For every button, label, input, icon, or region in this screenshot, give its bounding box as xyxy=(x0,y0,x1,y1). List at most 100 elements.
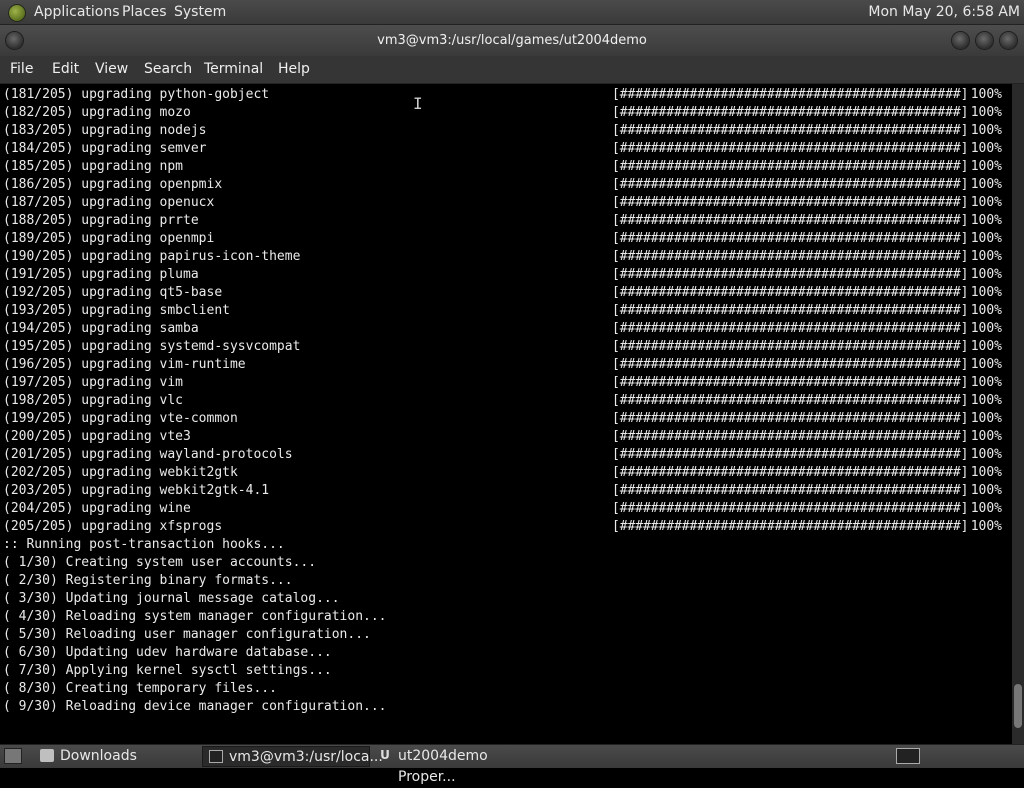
progress-percent: 100% xyxy=(970,267,1002,282)
window-titlebar[interactable]: vm3@vm3:/usr/local/games/ut2004demo xyxy=(0,25,1024,56)
progress-bar-text: [#######################################… xyxy=(612,195,969,210)
menu-search[interactable]: Search xyxy=(144,56,192,83)
scrollbar-thumb[interactable] xyxy=(1014,684,1022,728)
progress-percent: 100% xyxy=(970,465,1002,480)
upgrade-line: (187/205) upgrading openucx xyxy=(3,195,215,210)
menu-view[interactable]: View xyxy=(95,56,128,83)
menu-file[interactable]: File xyxy=(10,56,33,83)
applications-menu[interactable]: Applications xyxy=(34,0,120,25)
progress-percent: 100% xyxy=(970,141,1002,156)
progress-percent: 100% xyxy=(970,213,1002,228)
progress-bar-text: [#######################################… xyxy=(612,465,969,480)
task-label: ut2004demo Proper... xyxy=(398,748,488,785)
progress-bar-text: [#######################################… xyxy=(612,375,969,390)
progress-percent: 100% xyxy=(970,249,1002,264)
progress-percent: 100% xyxy=(970,357,1002,372)
menu-help[interactable]: Help xyxy=(278,56,310,83)
hook-line: ( 8/30) Creating temporary files... xyxy=(3,681,277,696)
hook-line: ( 9/30) Reloading device manager configu… xyxy=(3,699,387,714)
tray-terminal-icon[interactable] xyxy=(896,748,920,764)
upgrade-line: (192/205) upgrading qt5-base xyxy=(3,285,223,300)
upgrade-line: (197/205) upgrading vim xyxy=(3,375,184,390)
progress-bar-text: [#######################################… xyxy=(612,267,969,282)
progress-bar-text: [#######################################… xyxy=(612,159,969,174)
distro-logo-icon[interactable] xyxy=(8,4,26,22)
hook-line: ( 5/30) Reloading user manager configura… xyxy=(3,627,371,642)
progress-percent: 100% xyxy=(970,123,1002,138)
task-label: vm3@vm3:/usr/loca... xyxy=(229,749,383,765)
upgrade-line: (188/205) upgrading prrte xyxy=(3,213,199,228)
task-label: Downloads xyxy=(60,748,137,764)
progress-bar-text: [#######################################… xyxy=(612,357,969,372)
progress-percent: 100% xyxy=(970,285,1002,300)
progress-bar-text: [#######################################… xyxy=(612,483,969,498)
progress-percent: 100% xyxy=(970,321,1002,336)
progress-percent: 100% xyxy=(970,501,1002,516)
clock[interactable]: Mon May 20, 6:58 AM xyxy=(868,0,1020,25)
progress-bar-text: [#######################################… xyxy=(612,177,969,192)
upgrade-line: (193/205) upgrading smbclient xyxy=(3,303,230,318)
progress-bar-text: [#######################################… xyxy=(612,501,969,516)
upgrade-line: (196/205) upgrading vim-runtime xyxy=(3,357,246,372)
hook-line: ( 1/30) Creating system user accounts... xyxy=(3,555,317,570)
progress-percent: 100% xyxy=(970,375,1002,390)
progress-percent: 100% xyxy=(970,447,1002,462)
progress-bar-text: [#######################################… xyxy=(612,519,969,534)
progress-percent: 100% xyxy=(970,519,1002,534)
upgrade-line: (194/205) upgrading samba xyxy=(3,321,199,336)
progress-percent: 100% xyxy=(970,195,1002,210)
progress-bar-text: [#######################################… xyxy=(612,123,969,138)
maximize-button[interactable] xyxy=(976,32,993,49)
ut-icon: U xyxy=(380,748,390,762)
progress-bar-text: [#######################################… xyxy=(612,303,969,318)
upgrade-line: (200/205) upgrading vte3 xyxy=(3,429,191,444)
progress-bar-text: [#######################################… xyxy=(612,321,969,336)
upgrade-line: (181/205) upgrading python-gobject xyxy=(3,87,270,102)
close-button[interactable] xyxy=(1000,32,1017,49)
upgrade-line: (185/205) upgrading npm xyxy=(3,159,184,174)
progress-bar-text: [#######################################… xyxy=(612,285,969,300)
menu-terminal[interactable]: Terminal xyxy=(204,56,263,83)
terminal-icon xyxy=(209,750,223,763)
terminal-output[interactable]: (181/205) upgrading python-gobject [#####… xyxy=(0,84,1012,744)
progress-percent: 100% xyxy=(970,303,1002,318)
folder-icon xyxy=(40,749,54,762)
places-menu[interactable]: Places xyxy=(122,0,167,25)
progress-bar-text: [#######################################… xyxy=(612,429,969,444)
progress-bar-text: [#######################################… xyxy=(612,339,969,354)
upgrade-line: (191/205) upgrading pluma xyxy=(3,267,199,282)
progress-percent: 100% xyxy=(970,429,1002,444)
hook-line: ( 6/30) Updating udev hardware database.… xyxy=(3,645,332,660)
hook-line: ( 7/30) Applying kernel sysctl settings.… xyxy=(3,663,332,678)
show-desktop-icon[interactable] xyxy=(4,748,22,764)
progress-bar-text: [#######################################… xyxy=(612,105,969,120)
progress-percent: 100% xyxy=(970,231,1002,246)
task-downloads[interactable]: Downloads xyxy=(34,746,200,767)
progress-percent: 100% xyxy=(970,339,1002,354)
progress-bar-text: [#######################################… xyxy=(612,249,969,264)
task-ut2004demo-properties[interactable]: U ut2004demo Proper... xyxy=(372,746,538,785)
terminal-scrollbar[interactable] xyxy=(1012,84,1024,744)
task-terminal[interactable]: vm3@vm3:/usr/loca... xyxy=(202,746,383,767)
upgrade-line: (189/205) upgrading openmpi xyxy=(3,231,215,246)
window-title: vm3@vm3:/usr/local/games/ut2004demo xyxy=(377,33,647,48)
upgrade-line: (201/205) upgrading wayland-protocols xyxy=(3,447,293,462)
upgrade-line: (186/205) upgrading openpmix xyxy=(3,177,223,192)
progress-percent: 100% xyxy=(970,411,1002,426)
progress-bar-text: [#######################################… xyxy=(612,231,969,246)
progress-percent: 100% xyxy=(970,87,1002,102)
hook-line: ( 3/30) Updating journal message catalog… xyxy=(3,591,340,606)
hook-line: ( 4/30) Reloading system manager configu… xyxy=(3,609,387,624)
progress-bar-text: [#######################################… xyxy=(612,411,969,426)
system-menu[interactable]: System xyxy=(174,0,226,25)
menubar: File Edit View Search Terminal Help xyxy=(0,56,1024,84)
progress-bar-text: [#######################################… xyxy=(612,393,969,408)
progress-percent: 100% xyxy=(970,159,1002,174)
progress-bar-text: [#######################################… xyxy=(612,141,969,156)
upgrade-line: (205/205) upgrading xfsprogs xyxy=(3,519,223,534)
progress-bar-text: [#######################################… xyxy=(612,213,969,228)
upgrade-line: (183/205) upgrading nodejs xyxy=(3,123,207,138)
progress-percent: 100% xyxy=(970,483,1002,498)
menu-edit[interactable]: Edit xyxy=(52,56,79,83)
minimize-button[interactable] xyxy=(952,32,969,49)
